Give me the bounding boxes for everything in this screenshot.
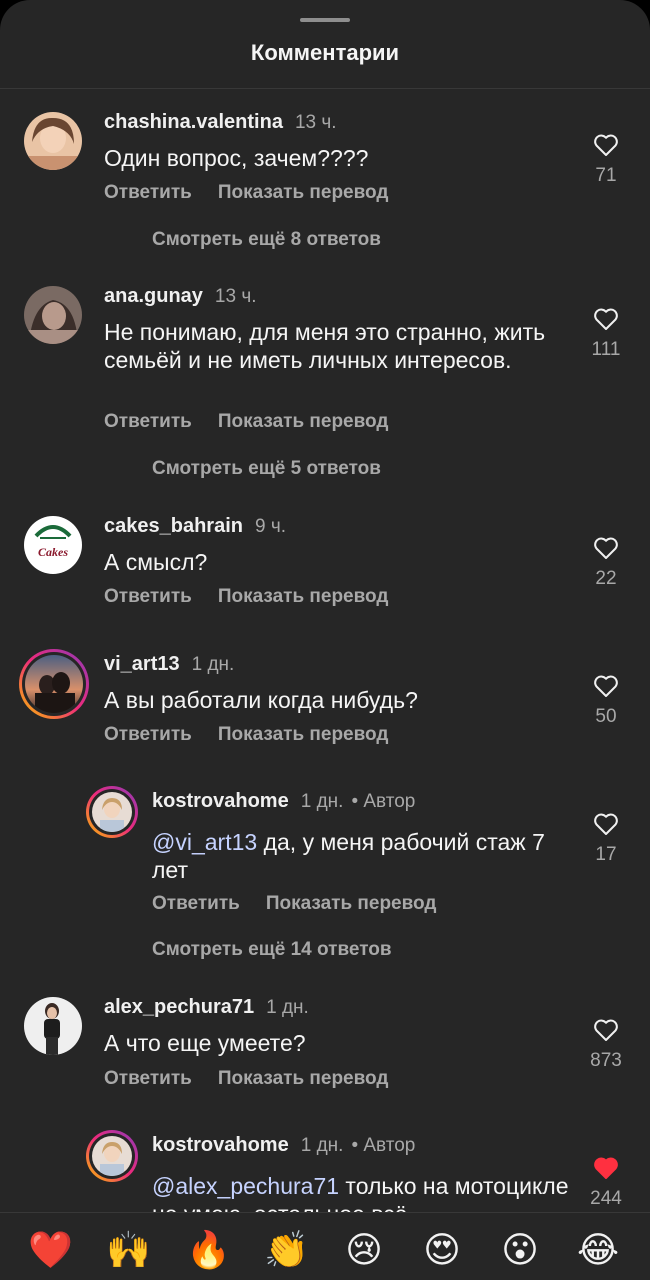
comment-text: @vi_art13 да, у меня рабочий стаж 7 лет — [152, 828, 572, 884]
username[interactable]: cakes_bahrain — [104, 515, 243, 537]
username[interactable]: kostrovahome — [152, 790, 289, 812]
like-button[interactable]: 50 — [581, 674, 631, 728]
comment-username[interactable]: ana.gunay 13 ч. — [104, 285, 257, 308]
avatar[interactable] — [86, 786, 138, 838]
comment-username[interactable]: kostrovahome 1 дн. • Автор — [152, 1134, 415, 1157]
like-button[interactable]: 71 — [581, 133, 631, 187]
like-count: 244 — [590, 1188, 622, 1209]
heart-filled-icon — [594, 1157, 618, 1179]
header-divider — [0, 88, 650, 89]
like-count: 111 — [591, 339, 621, 360]
heart-outline-icon — [594, 1019, 618, 1041]
heart-outline-icon — [594, 134, 618, 156]
emoji-heart[interactable]: ❤️ — [28, 1229, 73, 1273]
translate-button[interactable]: Показать перевод — [218, 182, 389, 203]
emoji-clapping[interactable]: 👏 — [264, 1229, 309, 1273]
mention-link[interactable]: @vi_art13 — [152, 829, 257, 855]
sheet-title: Комментарии — [250, 40, 400, 65]
heart-outline-icon — [594, 537, 618, 559]
username[interactable]: vi_art13 — [104, 653, 180, 675]
view-replies-button[interactable]: Смотреть ещё 14 ответов — [152, 939, 392, 961]
translate-button[interactable]: Показать перевод — [218, 586, 389, 607]
like-button[interactable]: 111 — [581, 307, 631, 361]
avatar[interactable] — [86, 1130, 138, 1182]
comment-time: 13 ч. — [214, 286, 257, 307]
emoji-laughing[interactable]: 😂 — [576, 1229, 620, 1273]
like-button[interactable]: 244 — [581, 1156, 631, 1210]
emoji-surprised[interactable]: 😮 — [498, 1229, 542, 1273]
comment-time: 1 дн. — [266, 997, 309, 1018]
comment-text: Не понимаю, для меня это странно, жить с… — [104, 319, 546, 373]
like-button[interactable]: 873 — [581, 1018, 631, 1072]
heart-outline-icon — [594, 308, 618, 330]
translate-button[interactable]: Показать перевод — [218, 724, 389, 745]
comment-actions: Ответить Показать перевод — [104, 1068, 414, 1090]
author-badge: • Автор — [351, 1135, 416, 1156]
mention-link[interactable]: @alex_pechura71 — [152, 1173, 339, 1199]
comment-time: 13 ч. — [294, 112, 337, 133]
comments-sheet: Комментарии chashina.valentina 13 ч. Один… — [0, 0, 650, 1280]
comment-username[interactable]: alex_pechura71 1 дн. — [104, 996, 309, 1019]
username[interactable]: ana.gunay — [104, 285, 203, 307]
emoji-fire[interactable]: 🔥 — [186, 1229, 231, 1273]
username[interactable]: alex_pechura71 — [104, 996, 254, 1018]
emoji-crying[interactable]: 😢 — [342, 1229, 386, 1273]
comment-time: 1 дн. — [300, 1135, 344, 1156]
reply-button[interactable]: Ответить — [104, 586, 192, 607]
comment-username[interactable]: chashina.valentina 13 ч. — [104, 111, 337, 134]
heart-outline-icon — [594, 675, 618, 697]
comment-username[interactable]: vi_art13 1 дн. — [104, 653, 234, 676]
username[interactable]: kostrovahome — [152, 1134, 289, 1156]
drag-handle[interactable] — [300, 18, 350, 22]
reply-button[interactable]: Ответить — [104, 182, 192, 203]
reply-button[interactable]: Ответить — [104, 1068, 192, 1089]
translate-button[interactable]: Показать перевод — [218, 1068, 389, 1089]
author-badge: • Автор — [351, 791, 416, 812]
like-button[interactable]: 22 — [581, 536, 631, 590]
cakes-logo: Cakes — [24, 516, 82, 574]
comment-actions: Ответить Показать перевод — [104, 182, 414, 204]
like-count: 22 — [595, 568, 617, 589]
comment-text: А что еще умеете? — [104, 1030, 306, 1056]
comment-text: А смысл? — [104, 549, 208, 575]
like-count: 71 — [595, 165, 617, 186]
comment-time: 1 дн. — [191, 654, 235, 675]
comment-time: 1 дн. — [300, 791, 344, 812]
heart-outline-icon — [594, 813, 618, 835]
emoji-reaction-bar: ❤️ 🙌 🔥 👏 😢 😍 😮 😂 — [0, 1212, 650, 1280]
avatar[interactable]: Cakes — [24, 516, 82, 574]
comment-actions: Ответить Показать перевод — [104, 586, 414, 608]
comment-text: Один вопрос, зачем???? — [104, 145, 369, 171]
translate-button[interactable]: Показать перевод — [266, 893, 437, 914]
comment-actions: Ответить Показать перевод — [104, 724, 414, 746]
avatar[interactable] — [24, 112, 82, 170]
translate-button[interactable]: Показать перевод — [218, 411, 389, 432]
emoji-heart-eyes[interactable]: 😍 — [420, 1229, 464, 1273]
like-count: 50 — [595, 706, 617, 727]
reply-button[interactable]: Ответить — [104, 724, 192, 745]
like-count: 17 — [595, 844, 617, 865]
comment-username[interactable]: cakes_bahrain 9 ч. — [104, 515, 286, 538]
comment-time: 9 ч. — [254, 516, 287, 537]
like-count: 873 — [590, 1050, 622, 1071]
svg-text:Cakes: Cakes — [38, 545, 68, 559]
avatar[interactable] — [24, 997, 82, 1055]
reply-button[interactable]: Ответить — [104, 411, 192, 432]
comment-actions: Ответить Показать перевод — [152, 893, 462, 915]
view-replies-button[interactable]: Смотреть ещё 8 ответов — [152, 229, 381, 251]
reply-button[interactable]: Ответить — [152, 893, 240, 914]
emoji-raised-hands[interactable]: 🙌 — [106, 1229, 151, 1273]
comment-username[interactable]: kostrovahome 1 дн. • Автор — [152, 790, 415, 813]
like-button[interactable]: 17 — [581, 812, 631, 866]
username[interactable]: chashina.valentina — [104, 111, 283, 133]
avatar[interactable] — [24, 286, 82, 344]
comment-actions: Ответить Показать перевод — [104, 411, 414, 433]
view-replies-button[interactable]: Смотреть ещё 5 ответов — [152, 458, 381, 480]
comment-text: А вы работали когда нибудь? — [104, 687, 418, 713]
avatar[interactable] — [19, 649, 89, 719]
